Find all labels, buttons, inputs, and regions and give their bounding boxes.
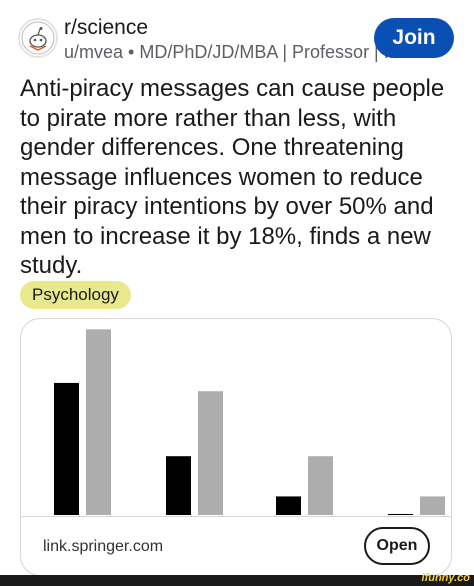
chart-bar-series2-group4 [420,496,445,515]
reddit-science-logo-icon [21,21,55,55]
chart-bar-series1-group2 [166,456,191,515]
chart-bar-series1-group3 [276,496,301,515]
card-divider [21,516,451,517]
author-line[interactable]: u/mvea • MD/PhD/JD/MBA | Professor | ... [64,42,399,63]
chart-bar-series2-group1 [86,329,111,515]
link-preview-card[interactable]: link.springer.com Open [20,318,452,576]
open-button[interactable]: Open [364,527,430,565]
link-domain[interactable]: link.springer.com [43,538,163,556]
flair-badge[interactable]: Psychology [20,281,131,309]
preview-bar-chart [54,329,445,515]
watermark-logo: ifunny.co [421,572,470,584]
post-header: r/science u/mvea • MD/PhD/JD/MBA | Profe… [18,14,458,64]
join-button[interactable]: Join [374,18,454,58]
chart-bar-series2-group2 [198,391,223,515]
chart-bar-series1-group4 [388,513,413,515]
subreddit-avatar[interactable] [18,18,58,58]
post-title[interactable]: Anti-piracy messages can cause people to… [20,74,460,281]
chart-bar-series2-group3 [308,456,333,515]
watermark-bar: ifunny.co [0,572,474,586]
subreddit-name[interactable]: r/science [64,16,148,40]
chart-bar-series1-group1 [54,382,79,515]
